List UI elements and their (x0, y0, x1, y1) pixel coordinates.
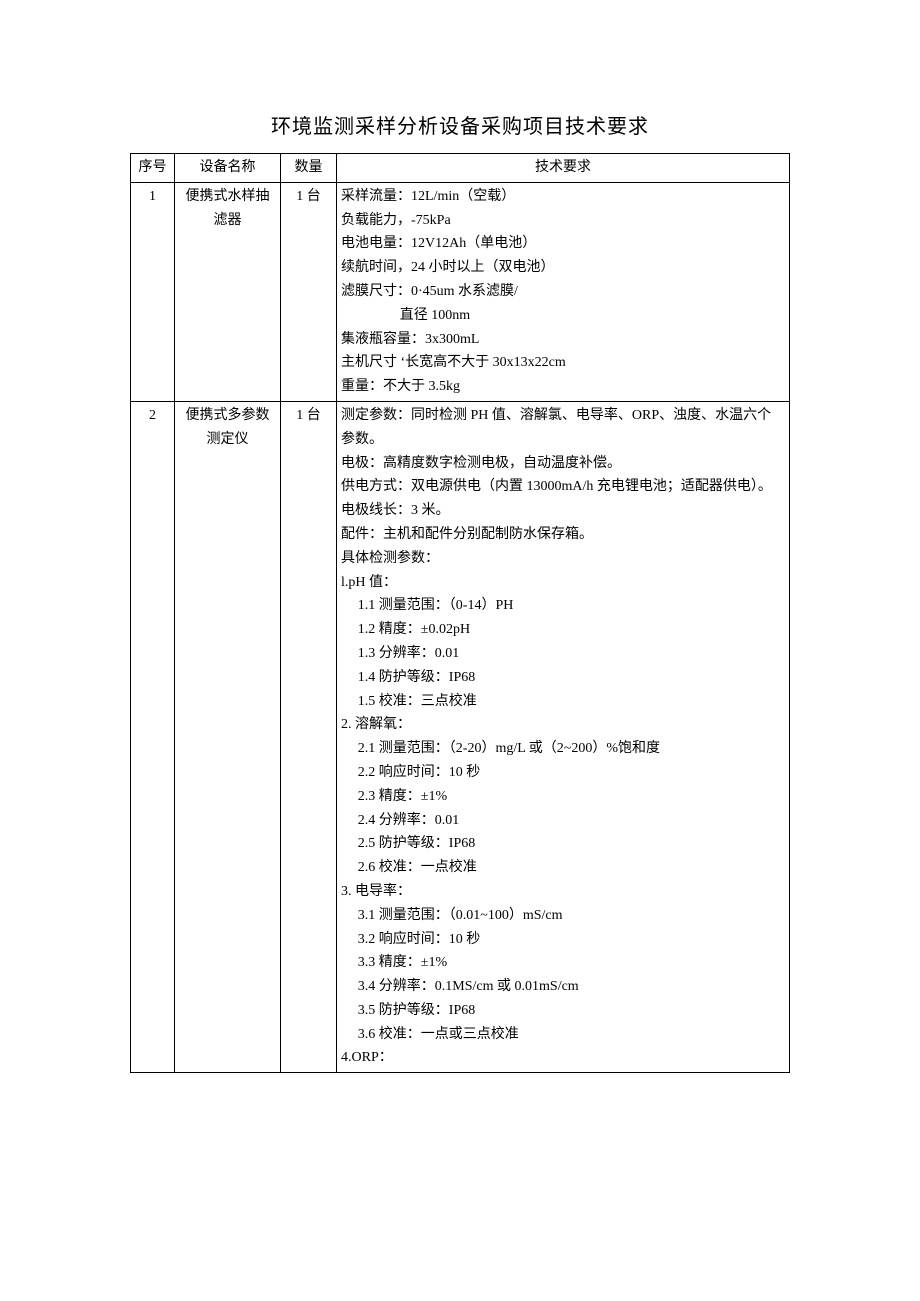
spec-text: 2.6 校准：一点校准 (341, 856, 785, 880)
spec-text: 3.3 精度：±1% (341, 951, 785, 975)
cell-spec: 测定参数：同时检测 PH 值、溶解氯、电导率、ORP、浊度、水温六个参数。 电极… (337, 401, 790, 1072)
spec-text: 3.5 防护等级：IP68 (341, 999, 785, 1023)
spec-text: 4.ORP： (341, 1050, 393, 1065)
spec-text: 2. 溶解氧： (341, 717, 411, 732)
table-header-row: 序号 设备名称 数量 技术要求 (131, 154, 790, 183)
spec-text: 主机尺寸 ‘长宽高不大于 30x13x22cm (341, 355, 566, 370)
spec-text: 电极线长：3 米。 (341, 503, 450, 518)
document-page: 环境监测采样分析设备采购项目技术要求 序号 设备名称 数量 技术要求 1 便携式… (0, 0, 920, 1133)
spec-text: 电极：高精度数字检测电极，自动温度补偿。 (341, 456, 621, 471)
table-row: 2 便携式多参数测定仪 1 台 测定参数：同时检测 PH 值、溶解氯、电导率、O… (131, 401, 790, 1072)
spec-text: 3. 电导率： (341, 884, 411, 899)
cell-no: 1 (131, 182, 175, 401)
spec-text: 1.3 分辨率：0.01 (341, 642, 785, 666)
spec-text: 3.6 校准：一点或三点校准 (341, 1023, 785, 1047)
spec-text: 电池电量：12V12Ah（单电池） (341, 236, 536, 251)
spec-text: 1.5 校准：三点校准 (341, 690, 785, 714)
cell-qty: 1 台 (281, 401, 337, 1072)
header-name: 设备名称 (175, 154, 281, 183)
spec-text: 2.1 测量范围：（2-20）mg/L 或（2~200）%饱和度 (341, 737, 785, 761)
cell-name: 便携式多参数测定仪 (175, 401, 281, 1072)
spec-text: 3.2 响应时间：10 秒 (341, 928, 785, 952)
spec-text: 配件：主机和配件分别配制防水保存箱。 (341, 527, 593, 542)
header-no: 序号 (131, 154, 175, 183)
spec-text: 供电方式：双电源供电（内置 13000mA/h 充电锂电池；适配器供电）。 (341, 479, 772, 494)
spec-table: 序号 设备名称 数量 技术要求 1 便携式水样抽滤器 1 台 采样流量：12L/… (130, 153, 790, 1073)
spec-text: l.pH 值： (341, 575, 397, 590)
spec-text: 1.1 测量范围：（0-14）PH (341, 594, 785, 618)
header-spec: 技术要求 (337, 154, 790, 183)
spec-text: 3.4 分辨率：0.1MS/cm 或 0.01mS/cm (341, 975, 785, 999)
spec-text: 采样流量：12L/min（空载） (341, 189, 515, 204)
spec-text: 集液瓶容量：3x300mL (341, 332, 479, 347)
spec-text: 负载能力，-75kPa (341, 213, 451, 228)
page-title: 环境监测采样分析设备采购项目技术要求 (130, 110, 790, 139)
spec-text: 续航时间，24 小时以上（双电池） (341, 260, 555, 275)
spec-text: 1.2 精度：±0.02pH (341, 618, 785, 642)
cell-name: 便携式水样抽滤器 (175, 182, 281, 401)
spec-text: 2.3 精度：±1% (341, 785, 785, 809)
spec-text: 3.1 测量范围：（0.01~100）mS/cm (341, 904, 785, 928)
spec-text: 1.4 防护等级：IP68 (341, 666, 785, 690)
spec-text: 直径 100nm (341, 304, 785, 328)
cell-qty: 1 台 (281, 182, 337, 401)
spec-text: 2.2 响应时间：10 秒 (341, 761, 785, 785)
table-row: 1 便携式水样抽滤器 1 台 采样流量：12L/min（空载） 负载能力，-75… (131, 182, 790, 401)
spec-text: 重量：不大于 3.5kg (341, 379, 460, 394)
spec-text: 2.4 分辨率：0.01 (341, 809, 785, 833)
cell-no: 2 (131, 401, 175, 1072)
spec-text: 测定参数：同时检测 PH 值、溶解氯、电导率、ORP、浊度、水温六个参数。 (341, 408, 771, 447)
cell-spec: 采样流量：12L/min（空载） 负载能力，-75kPa 电池电量：12V12A… (337, 182, 790, 401)
header-qty: 数量 (281, 154, 337, 183)
spec-text: 滤膜尺寸：0·45um 水系滤膜/ (341, 284, 518, 299)
spec-text: 2.5 防护等级：IP68 (341, 832, 785, 856)
spec-text: 具体检测参数： (341, 551, 439, 566)
